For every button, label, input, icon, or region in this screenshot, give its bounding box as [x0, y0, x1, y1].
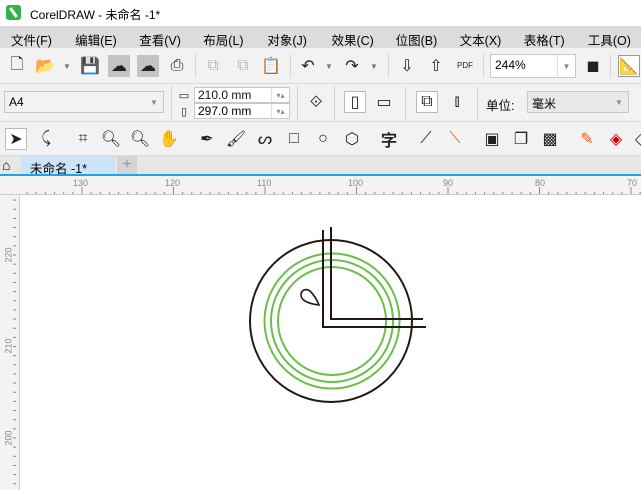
- drawing-canvas[interactable]: [0, 0, 641, 490]
- teardrop-shape[interactable]: [300, 288, 321, 306]
